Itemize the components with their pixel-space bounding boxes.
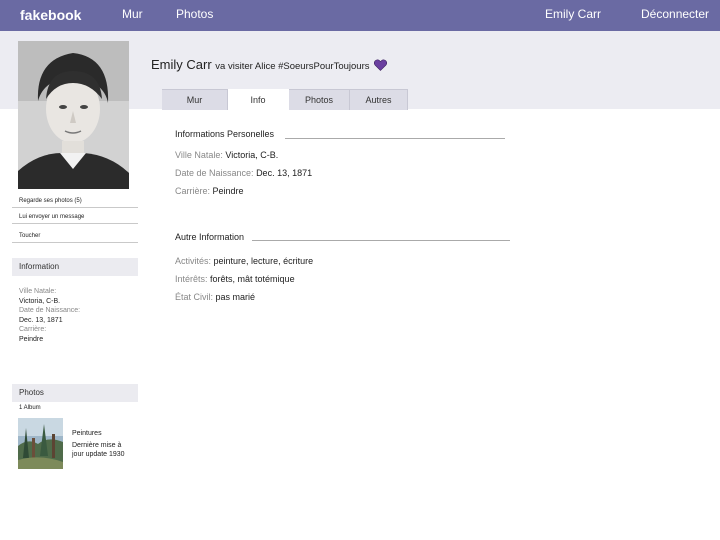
heart-icon <box>374 59 388 74</box>
birthday-field: Date de Naissance: Dec. 13, 1871 <box>175 168 312 178</box>
hometown-field: Ville Natale: Victoria, C-B. <box>175 150 278 160</box>
civil-status-label: État Civil: <box>175 292 214 302</box>
send-message-link[interactable]: Lui envoyer un message <box>12 210 138 224</box>
sidebar-hometown-label: Ville Natale: <box>19 288 57 295</box>
nav-user-link[interactable]: Emily Carr <box>545 7 601 21</box>
status-name[interactable]: Emily Carr <box>151 57 212 72</box>
hometown-value: Victoria, C-B. <box>225 150 279 160</box>
tab-more[interactable]: Autres <box>350 89 408 110</box>
sidebar-career-label: Carrière: <box>19 326 47 334</box>
sidebar-birthday-label: Date de Naissance: <box>19 307 81 315</box>
birthday-label: Date de Naissance: <box>175 168 254 178</box>
tab-info[interactable]: Info <box>228 89 289 110</box>
poke-link[interactable]: Toucher <box>12 229 138 243</box>
other-info-divider <box>252 240 510 241</box>
hometown-label: Ville Natale: <box>175 150 223 160</box>
top-navigation-bar: fakebook Mur Photos Emily Carr Déconnect… <box>0 0 720 31</box>
profile-photo[interactable] <box>18 41 129 189</box>
site-logo[interactable]: fakebook <box>20 7 81 23</box>
career-value: Peindre <box>212 186 244 196</box>
status-text: va visiter Alice #SoeursPourToujours <box>215 61 370 72</box>
sidebar-birthday-value: Dec. 13, 1871 <box>19 316 63 324</box>
nav-photos-link[interactable]: Photos <box>176 7 213 21</box>
sidebar-info-list: Ville Natale: Victoria, C-B. Date de Nai… <box>19 287 80 345</box>
status-line: Emily Carr va visiter Alice #SoeursPourT… <box>151 57 388 74</box>
civil-status-field: État Civil: pas marié <box>175 292 255 302</box>
sidebar-hometown-value: Victoria, C-B. <box>19 297 61 305</box>
career-field: Carrière: Peindre <box>175 186 244 196</box>
profile-portrait-image <box>18 41 129 189</box>
personal-info-title: Informations Personelles <box>175 129 275 139</box>
album-painting-image <box>18 418 63 469</box>
album-count[interactable]: 1 Album <box>19 405 41 411</box>
activities-label: Activités: <box>175 256 212 266</box>
sidebar-info-header: Information <box>12 258 138 276</box>
logout-link[interactable]: Déconnecter <box>641 7 709 21</box>
activities-field: Activités: peinture, lecture, écriture <box>175 256 313 266</box>
activities-value: peinture, lecture, écriture <box>213 256 314 266</box>
sidebar-photos-header: Photos <box>12 384 138 402</box>
civil-status-value: pas marié <box>215 292 256 302</box>
interests-label: Intérêts: <box>175 274 208 284</box>
sidebar-career-value: Peindre <box>19 335 44 343</box>
other-info-title: Autre Information <box>175 232 245 242</box>
interests-value: forêts, mât totémique <box>210 274 295 284</box>
see-photos-link[interactable]: Regarde ses photos (5) <box>12 194 138 208</box>
nav-wall-link[interactable]: Mur <box>122 7 143 21</box>
album-thumbnail[interactable] <box>18 418 63 469</box>
album-name[interactable]: Peintures <box>72 430 102 437</box>
personal-info-divider <box>285 138 505 139</box>
album-updated: Dernière mise à jour update 1930 <box>72 442 125 458</box>
interests-field: Intérêts: forêts, mât totémique <box>175 274 295 284</box>
tab-wall[interactable]: Mur <box>162 89 228 110</box>
birthday-value: Dec. 13, 1871 <box>256 168 313 178</box>
career-label: Carrière: <box>175 186 211 196</box>
tab-photos[interactable]: Photos <box>289 89 350 110</box>
